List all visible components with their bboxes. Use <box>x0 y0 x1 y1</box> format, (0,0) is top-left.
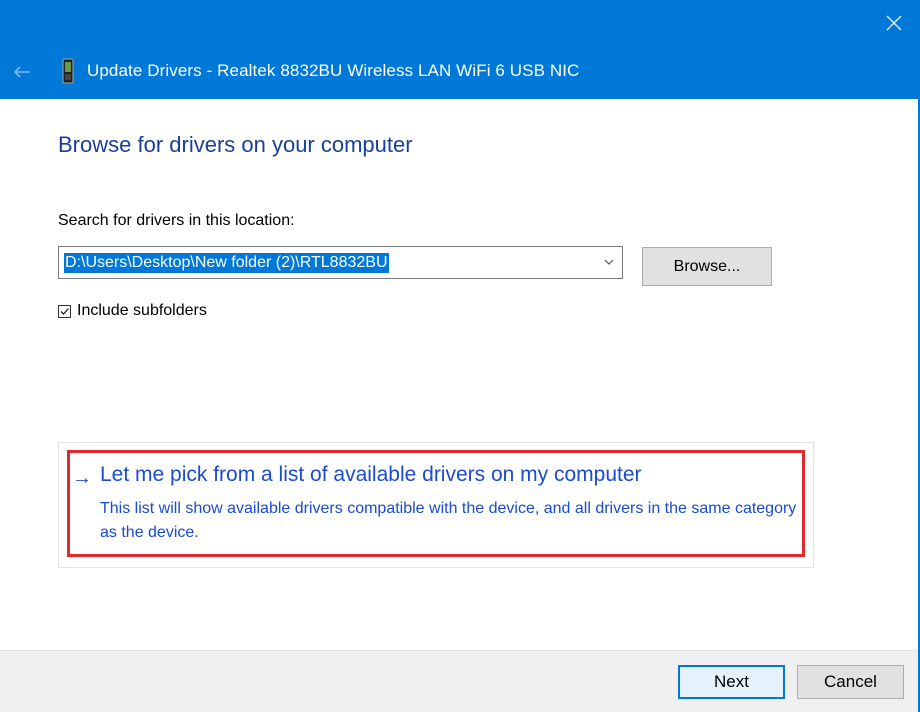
title-bar <box>0 0 920 46</box>
include-subfolders-option[interactable]: Include subfolders <box>58 302 207 320</box>
next-button[interactable]: Next <box>678 665 785 699</box>
close-button[interactable] <box>868 0 920 46</box>
network-adapter-icon <box>62 58 74 84</box>
driver-path-combobox[interactable]: D:\Users\Desktop\New folder (2)\RTL8832B… <box>58 246 623 279</box>
checkmark-icon <box>60 307 69 315</box>
cancel-button[interactable]: Cancel <box>797 665 904 699</box>
search-location-label: Search for drivers in this location: <box>58 212 295 229</box>
pick-from-list-link[interactable]: Let me pick from a list of available dri… <box>100 463 642 487</box>
window-title: Update Drivers - Realtek 8832BU Wireless… <box>87 61 580 80</box>
page-title: Browse for drivers on your computer <box>58 132 413 157</box>
pick-from-list-description: This list will show available drivers co… <box>100 500 797 541</box>
back-button[interactable] <box>8 58 36 86</box>
include-subfolders-checkbox[interactable] <box>58 304 71 318</box>
browse-button[interactable]: Browse... <box>642 247 772 286</box>
include-subfolders-label: Include subfolders <box>77 302 207 319</box>
close-icon <box>886 15 902 31</box>
back-arrow-icon <box>13 66 30 78</box>
driver-path-value[interactable]: D:\Users\Desktop\New folder (2)\RTL8832B… <box>64 253 389 273</box>
wizard-header: Update Drivers - Realtek 8832BU Wireless… <box>0 46 920 99</box>
combo-dropdown-button[interactable] <box>602 255 616 269</box>
right-arrow-icon: → <box>72 467 92 489</box>
chevron-down-icon <box>604 259 614 265</box>
